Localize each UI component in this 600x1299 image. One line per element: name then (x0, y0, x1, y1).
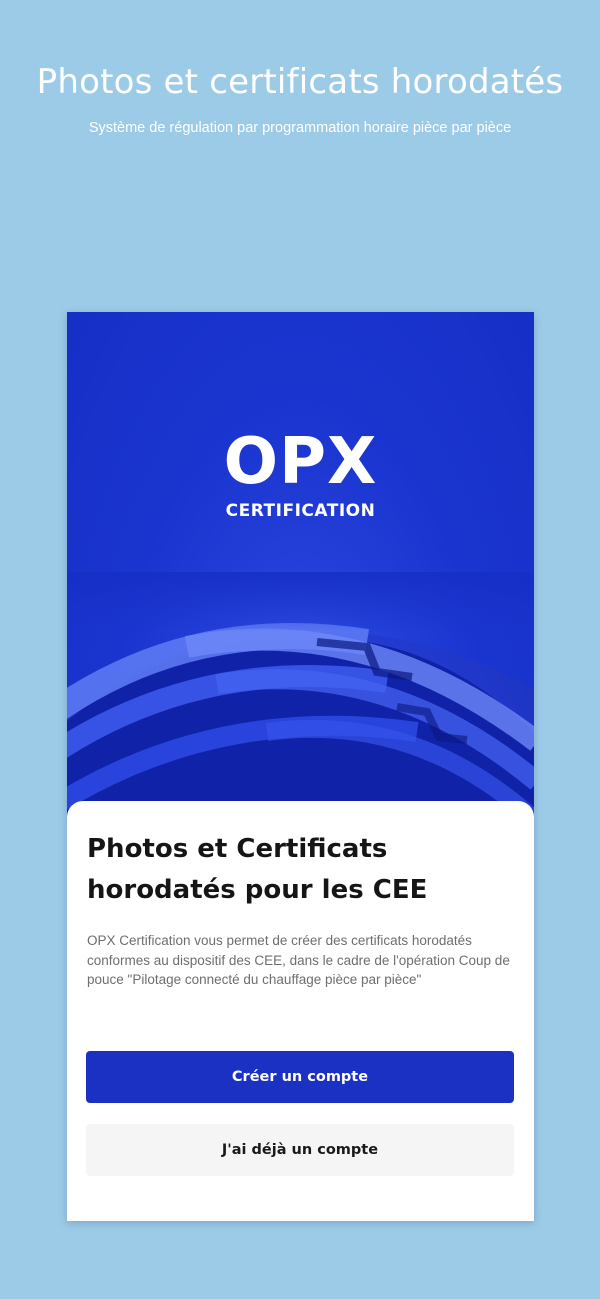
welcome-sheet: Photos et Certificats horodatés pour les… (67, 801, 534, 1221)
hero-banner: OPX CERTIFICATION (67, 312, 534, 832)
promo-subtitle: Système de régulation par programmation … (88, 120, 512, 136)
create-account-button[interactable]: Créer un compte (86, 1051, 514, 1103)
login-button[interactable]: J'ai déjà un compte (86, 1124, 514, 1176)
sheet-title: Photos et Certificats horodatés pour les… (87, 834, 428, 905)
logo-subtext: CERTIFICATION (225, 501, 376, 521)
sphere-illustration (67, 572, 534, 832)
sheet-description: OPX Certification vous permet de créer d… (87, 933, 510, 987)
opx-logo: OPX (223, 425, 378, 499)
app-screen: OPX CERTIFICATION Photos et Certificats … (67, 312, 534, 1221)
promo-title: Photos et certificats horodatés (36, 62, 564, 102)
